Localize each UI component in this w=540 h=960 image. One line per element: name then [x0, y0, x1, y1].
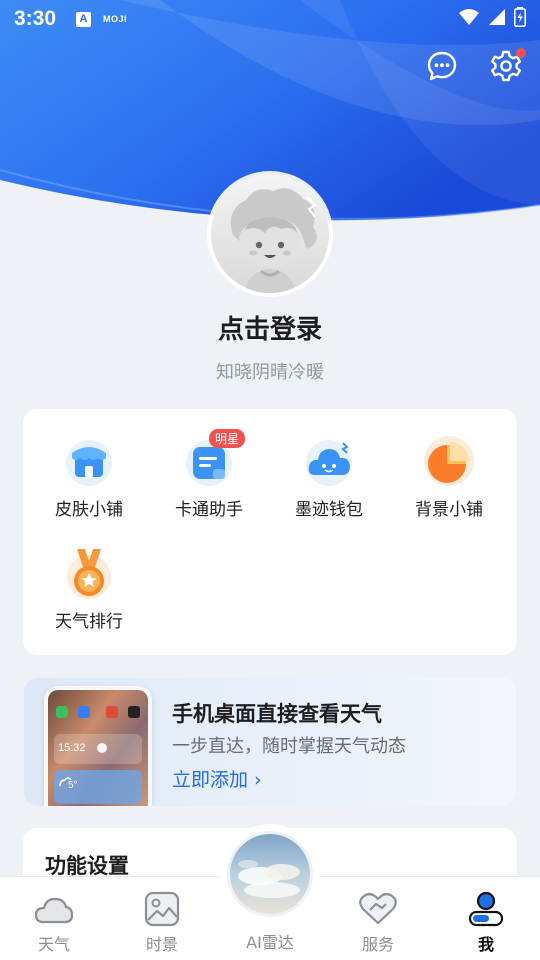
cartoon-assistant-item[interactable]: 明星 卡通助手	[149, 409, 269, 520]
star-badge: 明星	[209, 429, 246, 448]
background-shop-label: 背景小铺	[415, 500, 483, 520]
shop-icon	[63, 435, 115, 487]
tab-scenes-label: 时景	[145, 935, 178, 954]
profile-icon	[466, 889, 506, 929]
status-time: 3:30	[14, 7, 57, 30]
signal-icon	[488, 8, 506, 30]
add-widget-link[interactable]: 立即添加 ›	[172, 765, 262, 792]
wallet-item[interactable]: 墨迹钱包	[269, 409, 389, 520]
features-card: 皮肤小铺 明星 卡通助手 墨迹钱包 背景小铺 天气排行	[23, 409, 517, 655]
status-bar: 3:30 A MOJI	[0, 0, 540, 38]
moji-notification-icon: MOJI	[103, 14, 128, 24]
weather-ranking-item[interactable]: 天气排行	[29, 521, 149, 632]
wallet-icon	[303, 435, 355, 487]
notification-dot	[516, 48, 526, 58]
avatar[interactable]	[211, 175, 329, 293]
promo-title: 手机桌面直接查看天气	[172, 702, 382, 726]
wallet-label: 墨迹钱包	[295, 500, 363, 520]
tab-weather[interactable]: 天气	[0, 877, 108, 960]
login-button[interactable]: 点击登录	[0, 309, 540, 346]
widget-promo-banner[interactable]: 15:32 5° 手机桌面直接查看天气 一步直达，随时掌握天气动态 立即添加 ›	[24, 678, 516, 806]
tab-scenes[interactable]: 时景	[108, 877, 216, 960]
weather-ranking-label: 天气排行	[55, 612, 123, 632]
settings-icon[interactable]	[486, 46, 526, 86]
assistant-icon: 明星	[183, 429, 246, 487]
background-shop-item[interactable]: 背景小铺	[389, 409, 509, 520]
battery-icon	[514, 7, 526, 31]
tab-weather-label: 天气	[37, 935, 70, 954]
app-notification-icon: A	[76, 11, 92, 27]
ai-radar-button[interactable]	[230, 834, 310, 914]
cartoon-assistant-label: 卡通助手	[175, 500, 243, 520]
promo-subtitle: 一步直达，随时掌握天气动态	[172, 736, 406, 757]
tab-services[interactable]: 服务	[324, 877, 432, 960]
background-shop-icon	[423, 435, 475, 487]
image-icon	[142, 889, 182, 929]
widget-temp: 5°	[68, 780, 78, 791]
tab-me[interactable]: 我	[432, 877, 540, 960]
tab-ai-radar-label[interactable]: AI雷达	[216, 929, 324, 953]
phone-widget-preview: 15:32 5°	[44, 686, 152, 806]
tab-me-label: 我	[477, 935, 494, 954]
skin-shop-item[interactable]: 皮肤小铺	[29, 409, 149, 520]
tab-services-label: 服务	[361, 935, 394, 954]
skin-shop-label: 皮肤小铺	[55, 500, 123, 520]
tagline: 知晓阴晴冷暖	[216, 362, 324, 383]
message-icon[interactable]	[422, 46, 462, 86]
widget-time: 15:32	[58, 742, 86, 754]
cloud-icon	[34, 889, 74, 929]
radar-icon	[230, 834, 310, 914]
wifi-icon	[458, 8, 480, 30]
handshake-icon	[358, 889, 398, 929]
medal-icon	[63, 547, 115, 599]
